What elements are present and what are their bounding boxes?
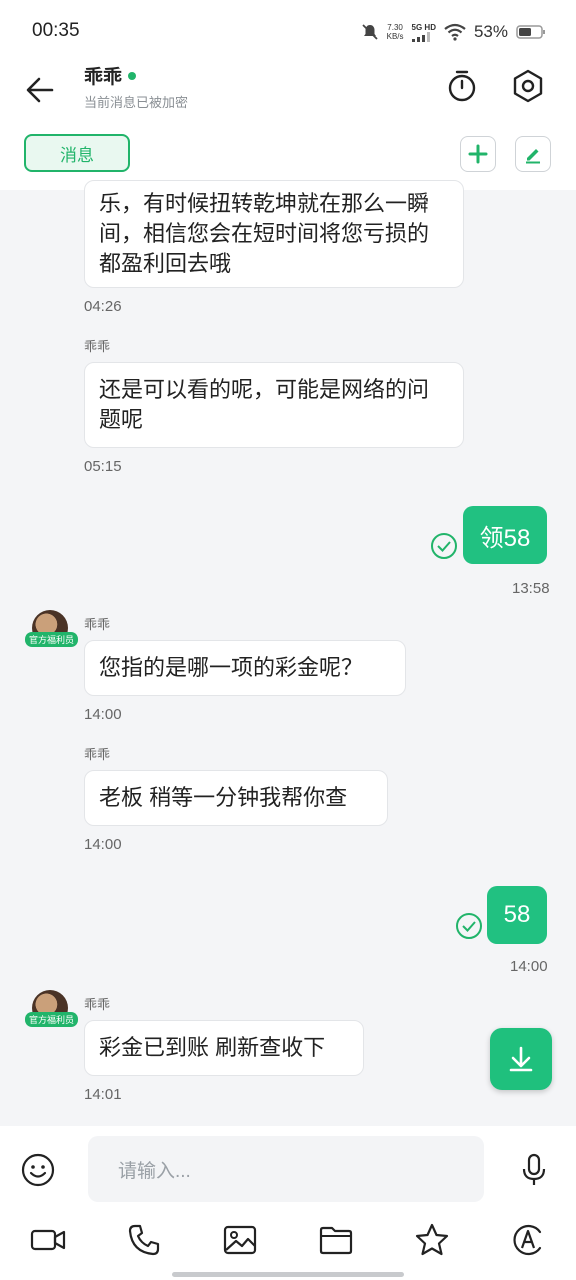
- font-icon: [513, 1224, 542, 1256]
- role-badge: 官方福利员: [25, 632, 79, 647]
- battery-percent: 53%: [473, 22, 508, 41]
- message-time: 14:01: [84, 1086, 122, 1103]
- status-bar: 00:35 7.30 KB/s 5G HD 53%: [0, 0, 576, 64]
- message-bubble-3[interactable]: 您指的是哪一项的彩金呢？: [84, 640, 406, 696]
- battery-icon: [516, 25, 545, 39]
- message-time: 13:58: [512, 580, 550, 597]
- download-icon: [509, 1046, 533, 1072]
- signal: 5G HD: [411, 23, 436, 42]
- my-message-bubble-2[interactable]: 58: [487, 886, 547, 944]
- home-indicator[interactable]: [172, 1272, 404, 1277]
- status-right: 7.30 KB/s 5G HD 53%: [361, 18, 546, 46]
- timer-button[interactable]: [444, 68, 480, 104]
- edit-button[interactable]: [515, 136, 551, 172]
- chat-title: 乖乖: [84, 62, 137, 89]
- chat-settings-button[interactable]: [510, 68, 546, 104]
- sender-name: 乖乖: [84, 747, 111, 762]
- signal-icon: [411, 31, 430, 42]
- message-time: 14:00: [84, 706, 122, 723]
- image-icon: [223, 1225, 257, 1255]
- chat-subtitle: 当前消息已被加密: [84, 95, 189, 110]
- file-button[interactable]: [316, 1220, 356, 1260]
- tab-messages[interactable]: 消息: [24, 134, 130, 172]
- check-circle-icon: [431, 533, 457, 559]
- message-bubble-2[interactable]: 还是可以看的呢，可能是网络的问题呢: [84, 362, 464, 448]
- sender-name: 乖乖: [84, 617, 111, 632]
- voice-call-button[interactable]: [124, 1220, 164, 1260]
- message-bubble-5[interactable]: 彩金已到账 刷新查收下: [84, 1020, 364, 1076]
- emoji-button[interactable]: [18, 1150, 58, 1190]
- composer-area: 请输入...: [0, 1126, 576, 1280]
- sender-name: 乖乖: [84, 997, 111, 1012]
- plus-icon: [468, 144, 488, 164]
- net-speed: 7.30 KB/s: [386, 23, 404, 41]
- online-dot: [128, 71, 137, 80]
- mute-bell-icon: [361, 24, 378, 40]
- message-time: 14:00: [510, 958, 548, 975]
- video-icon: [30, 1229, 66, 1251]
- folder-icon: [319, 1226, 353, 1255]
- status-time: 00:35: [32, 20, 80, 41]
- message-time: 14:00: [84, 836, 122, 853]
- message-bubble-1[interactable]: 乐，有时候扭转乾坤就在那么一瞬间，相信您会在短时间将您亏损的都盈利回去哦: [84, 180, 464, 288]
- phone-icon: [128, 1224, 160, 1256]
- favorite-button[interactable]: [412, 1220, 452, 1260]
- my-message-bubble-1[interactable]: 领58: [463, 506, 547, 564]
- message-time: 04:26: [84, 298, 122, 315]
- message-input[interactable]: 请输入...: [88, 1136, 484, 1202]
- settings-hex-icon: [513, 69, 543, 103]
- back-arrow-icon: [26, 77, 54, 103]
- message-time: 05:15: [84, 458, 122, 475]
- star-icon: [415, 1223, 449, 1256]
- back-button[interactable]: [22, 70, 62, 110]
- image-button[interactable]: [220, 1220, 260, 1260]
- mic-icon: [522, 1153, 546, 1185]
- timer-icon: [448, 70, 476, 102]
- add-button[interactable]: [460, 136, 496, 172]
- chat-header: 乖乖 当前消息已被加密 消息: [0, 56, 576, 190]
- wifi-icon: [444, 23, 466, 41]
- scroll-to-bottom-button[interactable]: [490, 1028, 552, 1090]
- message-bubble-4[interactable]: 老板 稍等一分钟我帮你查: [84, 770, 388, 826]
- check-circle-icon: [456, 913, 482, 939]
- sender-name: 乖乖: [84, 339, 111, 354]
- font-button[interactable]: [508, 1220, 548, 1260]
- emoji-icon: [21, 1153, 55, 1187]
- edit-icon: [526, 149, 540, 164]
- role-badge: 官方福利员: [25, 1012, 79, 1027]
- voice-button[interactable]: [514, 1150, 554, 1190]
- video-call-button[interactable]: [28, 1220, 68, 1260]
